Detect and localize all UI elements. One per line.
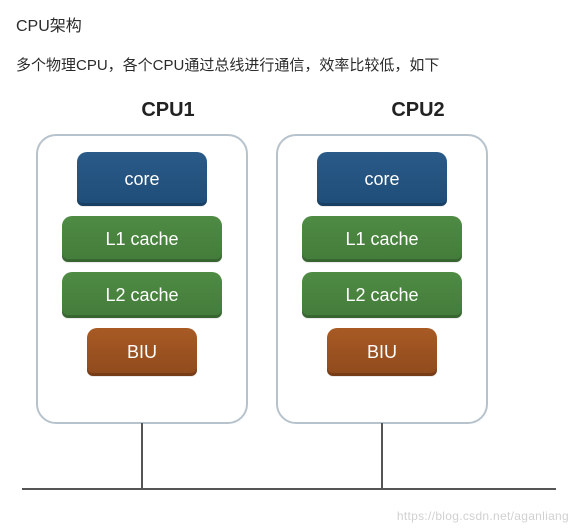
cpu2-core-block: core [317, 152, 447, 206]
cpu1-l2-cache-block: L2 cache [62, 272, 222, 318]
cpu-diagram: CPU1 CPU2 core L1 cache L2 cache BIU cor… [16, 99, 556, 519]
page-title: CPU架构 [16, 12, 571, 36]
cpu2-l1-cache-block: L1 cache [302, 216, 462, 262]
cpu1-biu-block: BIU [87, 328, 197, 376]
cpu2-box: core L1 cache L2 cache BIU [276, 134, 488, 424]
cpu1-core-block: core [77, 152, 207, 206]
description-text: 多个物理CPU，各个CPU通过总线进行通信，效率比较低，如下 [16, 54, 571, 75]
cpu2-biu-block: BIU [327, 328, 437, 376]
cpu2-l2-cache-block: L2 cache [302, 272, 462, 318]
cpu1-l1-cache-block: L1 cache [62, 216, 222, 262]
watermark-text: https://blog.csdn.net/aganliang [397, 509, 569, 523]
cpu1-label: CPU1 [98, 99, 238, 122]
cpu1-box: core L1 cache L2 cache BIU [36, 134, 248, 424]
cpu2-label: CPU2 [348, 99, 488, 122]
